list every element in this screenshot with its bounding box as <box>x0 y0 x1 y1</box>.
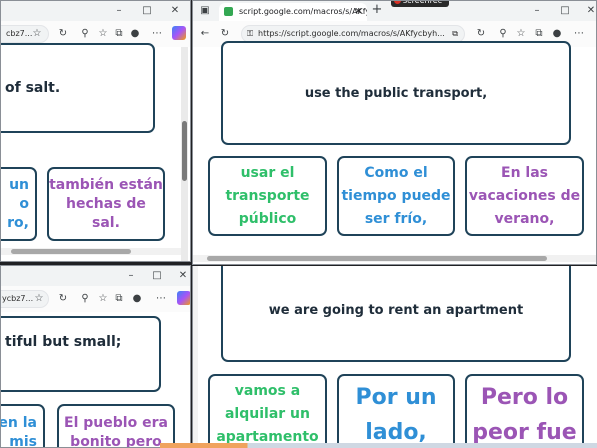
favorite-star-icon[interactable]: ☆ <box>31 28 43 40</box>
profile-icon[interactable]: ● <box>129 28 141 40</box>
more-icon[interactable]: ⋯ <box>573 28 585 40</box>
address-text: ycbz7... <box>2 294 34 303</box>
vertical-scrollbar[interactable] <box>193 266 198 448</box>
answer-text-2: Como el tiempo puede ser frío, <box>341 164 451 227</box>
answer-card-1[interactable]: vamos a alquilar un apartamento <box>208 374 327 448</box>
answer-card-2[interactable]: Como el tiempo puede ser frío, <box>337 156 455 236</box>
recorder-label: screenrec <box>403 0 443 5</box>
horizontal-scroll-thumb[interactable] <box>207 256 547 261</box>
collections-icon[interactable]: ⧉ <box>113 28 125 40</box>
minimize-icon[interactable]: – <box>531 5 543 17</box>
answer-text-2: El pueblo era bonito pero <box>64 415 168 448</box>
close-icon[interactable]: ✕ <box>169 5 181 17</box>
reload-icon[interactable]: ↻ <box>57 293 69 305</box>
more-icon[interactable]: ⋯ <box>155 293 167 305</box>
tab-title: script.google.com/macros/s/AKfy <box>239 7 367 16</box>
prompt-card: tiful but small; <box>1 316 161 392</box>
active-tab[interactable]: script.google.com/macros/s/AKfy ✕ <box>219 3 367 21</box>
vertical-scroll-thumb[interactable] <box>182 121 187 181</box>
lock-icon: ⚿ <box>247 29 254 38</box>
refresh-extension-icon[interactable]: ↻ <box>475 28 487 40</box>
prompt-card: we are going to rent an apartment <box>221 266 571 362</box>
tracking-icon[interactable]: ⚲ <box>79 28 91 40</box>
page-content: use the public transport, usar el transp… <box>193 41 596 264</box>
profile-icon[interactable]: ● <box>131 293 143 305</box>
answer-card-1[interactable]: usar el transporte público <box>208 156 327 236</box>
favorites-icon[interactable]: ☆ <box>97 28 109 40</box>
favorites-icon[interactable]: ☆ <box>515 28 527 40</box>
profile-icon[interactable]: ● <box>551 28 563 40</box>
prompt-card: of salt. <box>1 43 155 133</box>
tracking-icon[interactable]: ⚲ <box>79 293 91 305</box>
copilot-icon[interactable] <box>177 291 190 305</box>
tab-favicon-icon <box>224 7 233 16</box>
horizontal-scroll-thumb[interactable] <box>11 249 131 254</box>
reload-icon[interactable]: ↻ <box>219 28 231 40</box>
tracking-icon[interactable]: ⚲ <box>497 28 509 40</box>
more-icon[interactable]: ⋯ <box>151 28 163 40</box>
right-top-browser-window: ▣ script.google.com/macros/s/AKfy ✕ + sc… <box>192 0 597 265</box>
screen-recorder-badge[interactable]: screenrec <box>391 0 449 7</box>
answer-text-1: en la mis <box>0 415 37 448</box>
answer-text-1: un o ro, <box>7 176 29 231</box>
back-arrow-icon[interactable]: ← <box>199 28 211 40</box>
address-text: cbz7... <box>6 29 33 38</box>
answer-card-1[interactable]: en la mis <box>0 404 45 448</box>
vertical-scrollbar[interactable] <box>181 47 188 261</box>
answer-text-2: también están hechas de sal. <box>49 176 163 231</box>
title-bar: ▣ script.google.com/macros/s/AKfy ✕ + sc… <box>193 1 596 22</box>
split-screen-icon[interactable]: ⧉ <box>452 26 458 42</box>
page-content: we are going to rent an apartment vamos … <box>193 266 597 448</box>
close-icon[interactable]: ✕ <box>585 5 596 17</box>
answer-text-3: Pero lo peor fue <box>472 385 577 445</box>
answer-text-2: Por un lado, <box>355 385 437 445</box>
favorites-icon[interactable]: ☆ <box>97 293 109 305</box>
record-dot-icon <box>394 1 401 4</box>
answer-text-1: vamos a alquilar un apartamento <box>216 383 319 445</box>
page-content: tiful but small; en la mis El pueblo era… <box>1 312 190 447</box>
address-text: https://script.google.com/macros/s/AKfyc… <box>258 29 445 38</box>
right-bottom-browser-window: we are going to rent an apartment vamos … <box>192 266 597 448</box>
answer-card-2[interactable]: también están hechas de sal. <box>47 167 165 241</box>
prompt-text: tiful but small; <box>5 334 122 350</box>
minimize-icon[interactable]: – <box>125 270 137 282</box>
copilot-icon[interactable] <box>172 26 186 40</box>
answer-card-2[interactable]: El pueblo era bonito pero <box>57 404 175 448</box>
collections-icon[interactable]: ⧉ <box>533 28 545 40</box>
title-bar: – □ ✕ <box>1 1 190 22</box>
title-bar: – □ ✕ <box>1 266 190 287</box>
prompt-text: use the public transport, <box>304 85 488 101</box>
reload-icon[interactable]: ↻ <box>57 28 69 40</box>
answer-card-3[interactable]: Pero lo peor fue <box>465 374 584 448</box>
collections-icon[interactable]: ⧉ <box>113 293 125 305</box>
answer-text-1: usar el transporte público <box>225 164 310 227</box>
answer-text-3: En las vacaciones de verano, <box>468 164 581 227</box>
maximize-icon[interactable]: □ <box>151 270 163 282</box>
close-icon[interactable]: ✕ <box>177 270 189 282</box>
answer-card-2[interactable]: Por un lado, <box>337 374 455 448</box>
maximize-icon[interactable]: □ <box>141 5 153 17</box>
favorite-star-icon[interactable]: ☆ <box>33 293 45 305</box>
new-tab-icon[interactable]: + <box>371 3 383 16</box>
taskbar-strip <box>160 443 597 448</box>
left-top-browser-window: – □ ✕ cbz7... ☆ ↻ ⚲ ☆ ⧉ ● ⋯ of salt. un … <box>0 0 191 262</box>
prompt-text: of salt. <box>5 80 61 96</box>
tab-actions-icon[interactable]: ▣ <box>199 5 211 17</box>
minimize-icon[interactable]: – <box>113 5 125 17</box>
maximize-icon[interactable]: □ <box>559 5 571 17</box>
page-content: of salt. un o ro, también están hechas d… <box>1 43 190 261</box>
horizontal-scrollbar[interactable] <box>193 255 596 262</box>
left-bottom-browser-window: – □ ✕ ycbz7... ☆ ↻ ⚲ ☆ ⧉ ● ⋯ tiful but s… <box>0 265 191 448</box>
tab-close-icon[interactable]: ✕ <box>354 3 362 21</box>
prompt-text: we are going to rent an apartment <box>268 302 524 318</box>
answer-card-1[interactable]: un o ro, <box>1 167 37 241</box>
horizontal-scrollbar[interactable] <box>1 248 182 255</box>
answer-card-3[interactable]: En las vacaciones de verano, <box>465 156 584 236</box>
prompt-card: use the public transport, <box>221 41 571 145</box>
address-toolbar: ycbz7... ☆ ↻ ⚲ ☆ ⧉ ● ⋯ <box>1 286 190 313</box>
